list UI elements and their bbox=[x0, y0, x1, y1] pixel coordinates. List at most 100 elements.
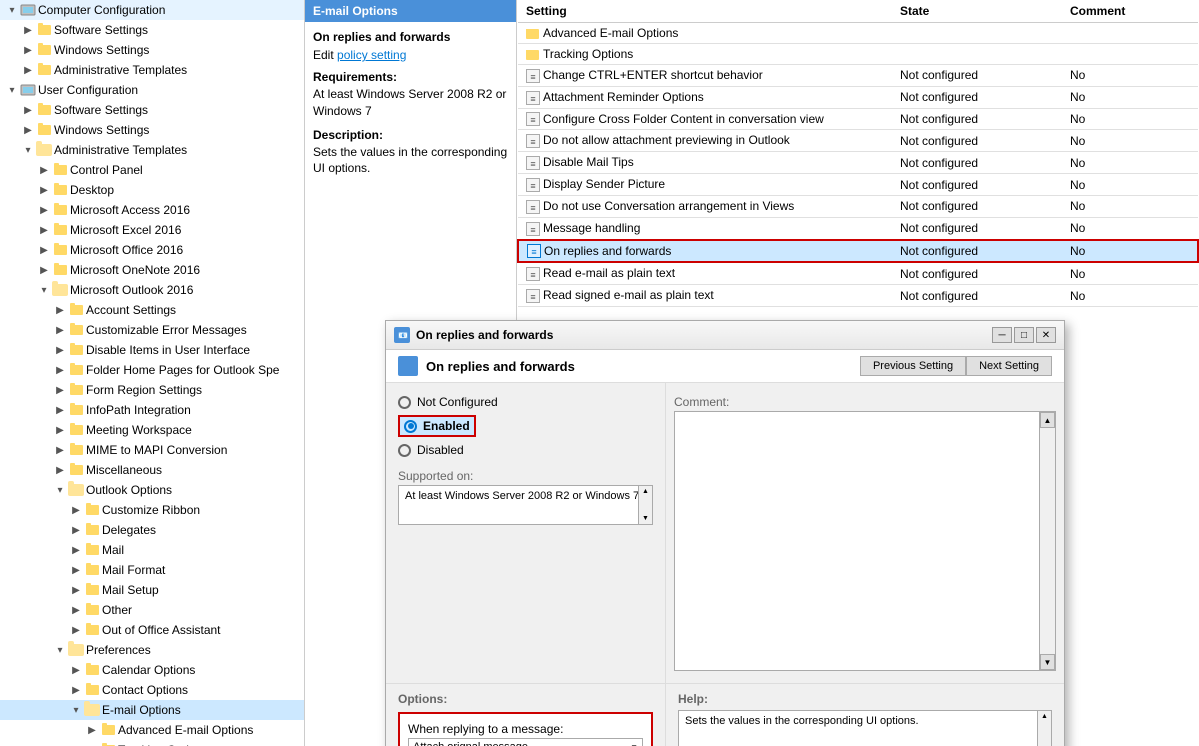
expand-btn-outlook-options[interactable]: ▾ bbox=[52, 482, 68, 498]
tree-item-ms-onenote[interactable]: ▶Microsoft OneNote 2016 bbox=[0, 260, 304, 280]
expand-btn-mail[interactable]: ▶ bbox=[68, 542, 84, 558]
expand-btn-user-config[interactable]: ▾ bbox=[4, 82, 20, 98]
tree-item-preferences[interactable]: ▾Preferences bbox=[0, 640, 304, 660]
expand-btn-tracking-options[interactable]: ▶ bbox=[84, 742, 100, 746]
tree-item-folder-home[interactable]: ▶Folder Home Pages for Outlook Spe bbox=[0, 360, 304, 380]
next-setting-btn[interactable]: Next Setting bbox=[966, 356, 1052, 376]
tree-item-infopath[interactable]: ▶InfoPath Integration bbox=[0, 400, 304, 420]
table-row-disable-mail-tips[interactable]: ≡Disable Mail TipsNot configuredNo bbox=[518, 152, 1198, 174]
tree-item-cc-admin[interactable]: ▶Administrative Templates bbox=[0, 60, 304, 80]
tree-item-email-options[interactable]: ▾E-mail Options bbox=[0, 700, 304, 720]
tree-item-advanced-email[interactable]: ▶Advanced E-mail Options bbox=[0, 720, 304, 740]
expand-btn-ms-office[interactable]: ▶ bbox=[36, 242, 52, 258]
expand-btn-folder-home[interactable]: ▶ bbox=[52, 362, 68, 378]
tree-item-user-config[interactable]: ▾User Configuration bbox=[0, 80, 304, 100]
tree-item-customize-ribbon[interactable]: ▶Customize Ribbon bbox=[0, 500, 304, 520]
expand-btn-other[interactable]: ▶ bbox=[68, 602, 84, 618]
expand-btn-disable-items[interactable]: ▶ bbox=[52, 342, 68, 358]
expand-btn-advanced-email[interactable]: ▶ bbox=[84, 722, 100, 738]
radio-not-configured[interactable]: Not Configured bbox=[398, 395, 653, 409]
expand-btn-delegates[interactable]: ▶ bbox=[68, 522, 84, 538]
expand-btn-cc-software[interactable]: ▶ bbox=[20, 22, 36, 38]
expand-btn-account-settings[interactable]: ▶ bbox=[52, 302, 68, 318]
tree-item-desktop[interactable]: ▶Desktop bbox=[0, 180, 304, 200]
expand-btn-cc-windows[interactable]: ▶ bbox=[20, 42, 36, 58]
tree-item-ms-outlook[interactable]: ▾Microsoft Outlook 2016 bbox=[0, 280, 304, 300]
tree-item-cc-software[interactable]: ▶Software Settings bbox=[0, 20, 304, 40]
expand-btn-ms-excel[interactable]: ▶ bbox=[36, 222, 52, 238]
tree-item-mail-setup[interactable]: ▶Mail Setup bbox=[0, 580, 304, 600]
scroll-down-arrow[interactable]: ▼ bbox=[642, 515, 649, 522]
expand-btn-customize-ribbon[interactable]: ▶ bbox=[68, 502, 84, 518]
expand-btn-desktop[interactable]: ▶ bbox=[36, 182, 52, 198]
tree-item-customizable-errors[interactable]: ▶Customizable Error Messages bbox=[0, 320, 304, 340]
expand-btn-meeting-workspace[interactable]: ▶ bbox=[52, 422, 68, 438]
table-row-tracking-options[interactable]: Tracking Options bbox=[518, 44, 1198, 65]
tree-item-mime-mapi[interactable]: ▶MIME to MAPI Conversion bbox=[0, 440, 304, 460]
tree-item-form-region[interactable]: ▶Form Region Settings bbox=[0, 380, 304, 400]
tree-item-delegates[interactable]: ▶Delegates bbox=[0, 520, 304, 540]
tree-item-ms-excel[interactable]: ▶Microsoft Excel 2016 bbox=[0, 220, 304, 240]
expand-btn-calendar-options[interactable]: ▶ bbox=[68, 662, 84, 678]
expand-btn-mime-mapi[interactable]: ▶ bbox=[52, 442, 68, 458]
comment-scroll-down[interactable]: ▼ bbox=[1040, 654, 1055, 670]
help-scroll-up[interactable]: ▲ bbox=[1041, 713, 1048, 720]
tree-item-computer-config[interactable]: ▾Computer Configuration bbox=[0, 0, 304, 20]
expand-btn-uc-windows[interactable]: ▶ bbox=[20, 122, 36, 138]
tree-item-control-panel[interactable]: ▶Control Panel bbox=[0, 160, 304, 180]
expand-btn-control-panel[interactable]: ▶ bbox=[36, 162, 52, 178]
tree-item-other[interactable]: ▶Other bbox=[0, 600, 304, 620]
table-row-no-attachment-preview[interactable]: ≡Do not allow attachment previewing in O… bbox=[518, 130, 1198, 152]
table-row-read-signed-plain[interactable]: ≡Read signed e-mail as plain textNot con… bbox=[518, 285, 1198, 307]
tree-item-miscellaneous[interactable]: ▶Miscellaneous bbox=[0, 460, 304, 480]
comment-scroll-up[interactable]: ▲ bbox=[1040, 412, 1055, 428]
tree-item-tracking-options[interactable]: ▶Tracking Options bbox=[0, 740, 304, 746]
expand-btn-form-region[interactable]: ▶ bbox=[52, 382, 68, 398]
expand-btn-preferences[interactable]: ▾ bbox=[52, 642, 68, 658]
prev-setting-btn[interactable]: Previous Setting bbox=[860, 356, 966, 376]
reply-select[interactable]: Attach orignal message ▼ bbox=[408, 738, 643, 746]
tree-item-out-of-office[interactable]: ▶Out of Office Assistant bbox=[0, 620, 304, 640]
table-row-display-sender[interactable]: ≡Display Sender PictureNot configuredNo bbox=[518, 174, 1198, 196]
policy-link[interactable]: policy setting bbox=[337, 48, 406, 62]
expand-btn-contact-options[interactable]: ▶ bbox=[68, 682, 84, 698]
tree-item-outlook-options[interactable]: ▾Outlook Options bbox=[0, 480, 304, 500]
dialog-minimize-btn[interactable]: ─ bbox=[992, 327, 1012, 343]
expand-btn-mail-format[interactable]: ▶ bbox=[68, 562, 84, 578]
tree-item-ms-office[interactable]: ▶Microsoft Office 2016 bbox=[0, 240, 304, 260]
tree-item-uc-admin[interactable]: ▾Administrative Templates bbox=[0, 140, 304, 160]
tree-item-mail-format[interactable]: ▶Mail Format bbox=[0, 560, 304, 580]
expand-btn-customizable-errors[interactable]: ▶ bbox=[52, 322, 68, 338]
tree-item-meeting-workspace[interactable]: ▶Meeting Workspace bbox=[0, 420, 304, 440]
tree-item-mail[interactable]: ▶Mail bbox=[0, 540, 304, 560]
dialog-restore-btn[interactable]: □ bbox=[1014, 327, 1034, 343]
table-row-cross-folder[interactable]: ≡Configure Cross Folder Content in conve… bbox=[518, 108, 1198, 130]
tree-item-ms-access[interactable]: ▶Microsoft Access 2016 bbox=[0, 200, 304, 220]
radio-disabled[interactable]: Disabled bbox=[398, 443, 653, 457]
expand-btn-cc-admin[interactable]: ▶ bbox=[20, 62, 36, 78]
radio-enabled[interactable]: Enabled bbox=[398, 415, 653, 437]
table-row-change-ctrl-enter[interactable]: ≡Change CTRL+ENTER shortcut behaviorNot … bbox=[518, 65, 1198, 87]
table-row-attachment-reminder[interactable]: ≡Attachment Reminder OptionsNot configur… bbox=[518, 86, 1198, 108]
tree-item-disable-items[interactable]: ▶Disable Items in User Interface bbox=[0, 340, 304, 360]
comment-area[interactable]: ▲ ▼ bbox=[674, 411, 1056, 671]
tree-item-cc-windows[interactable]: ▶Windows Settings bbox=[0, 40, 304, 60]
table-row-on-replies[interactable]: ≡On replies and forwardsNot configuredNo bbox=[518, 240, 1198, 263]
tree-item-uc-windows[interactable]: ▶Windows Settings bbox=[0, 120, 304, 140]
tree-item-account-settings[interactable]: ▶Account Settings bbox=[0, 300, 304, 320]
table-row-read-plain[interactable]: ≡Read e-mail as plain textNot configured… bbox=[518, 262, 1198, 284]
expand-btn-uc-admin[interactable]: ▾ bbox=[20, 142, 36, 158]
dialog-close-btn[interactable]: ✕ bbox=[1036, 327, 1056, 343]
expand-btn-out-of-office[interactable]: ▶ bbox=[68, 622, 84, 638]
expand-btn-computer-config[interactable]: ▾ bbox=[4, 2, 20, 18]
tree-item-calendar-options[interactable]: ▶Calendar Options bbox=[0, 660, 304, 680]
table-row-no-conversation[interactable]: ≡Do not use Conversation arrangement in … bbox=[518, 195, 1198, 217]
expand-btn-mail-setup[interactable]: ▶ bbox=[68, 582, 84, 598]
expand-btn-ms-access[interactable]: ▶ bbox=[36, 202, 52, 218]
tree-item-uc-software[interactable]: ▶Software Settings bbox=[0, 100, 304, 120]
scroll-up-arrow[interactable]: ▲ bbox=[642, 488, 649, 495]
expand-btn-email-options[interactable]: ▾ bbox=[68, 702, 84, 718]
expand-btn-infopath[interactable]: ▶ bbox=[52, 402, 68, 418]
table-row-advanced-email-options[interactable]: Advanced E-mail Options bbox=[518, 23, 1198, 44]
expand-btn-ms-onenote[interactable]: ▶ bbox=[36, 262, 52, 278]
